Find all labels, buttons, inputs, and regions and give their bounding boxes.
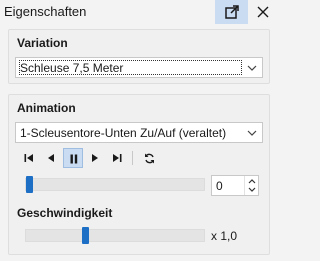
chevron-down-icon (247, 65, 257, 71)
step-forward-button[interactable] (85, 148, 105, 168)
spin-up-icon[interactable] (248, 179, 256, 184)
speed-heading: Geschwindigkeit (17, 206, 113, 220)
spinner-buttons (244, 176, 258, 195)
position-slider-thumb[interactable] (26, 176, 33, 193)
spin-down-icon[interactable] (248, 187, 256, 192)
pause-button[interactable] (63, 148, 83, 168)
animation-value: 1-Scleusentore-Unten Zu/Auf (veraltet) (20, 126, 227, 140)
chevron-down-icon (247, 130, 257, 136)
variation-value: Schleuse 7,5 Meter (20, 61, 124, 75)
popout-icon (225, 5, 239, 19)
animation-select[interactable]: 1-Scleusentore-Unten Zu/Auf (veraltet) (15, 122, 263, 143)
refresh-icon (145, 153, 154, 164)
position-spinner[interactable]: 0 (211, 175, 259, 196)
variation-select[interactable]: Schleuse 7,5 Meter (15, 57, 263, 78)
step-forward-icon (92, 154, 98, 162)
variation-panel: Variation Schleuse 7,5 Meter (8, 29, 270, 84)
step-back-icon (48, 154, 54, 162)
panel-titlebar: Eigenschaften (0, 0, 278, 24)
panel-title: Eigenschaften (4, 4, 87, 19)
pause-icon (70, 154, 78, 164)
popout-button[interactable] (215, 0, 248, 24)
skip-to-end-icon (113, 154, 122, 162)
skip-to-start-button[interactable] (19, 148, 39, 168)
skip-to-start-icon (24, 154, 33, 162)
skip-to-end-button[interactable] (107, 148, 127, 168)
variation-heading: Variation (17, 36, 68, 50)
speed-slider-thumb[interactable] (82, 227, 90, 244)
toolbar-separator (132, 151, 133, 165)
position-slider[interactable] (25, 176, 205, 193)
loop-button[interactable] (139, 148, 159, 168)
close-button[interactable] (254, 3, 272, 21)
speed-value: x 1,0 (211, 229, 238, 243)
playback-toolbar (19, 148, 179, 168)
speed-slider[interactable] (25, 227, 205, 244)
close-icon (257, 6, 269, 18)
step-back-button[interactable] (41, 148, 61, 168)
animation-heading: Animation (17, 101, 76, 115)
position-value: 0 (216, 179, 223, 193)
animation-panel: Animation 1-Scleusentore-Unten Zu/Auf (v… (8, 94, 270, 255)
